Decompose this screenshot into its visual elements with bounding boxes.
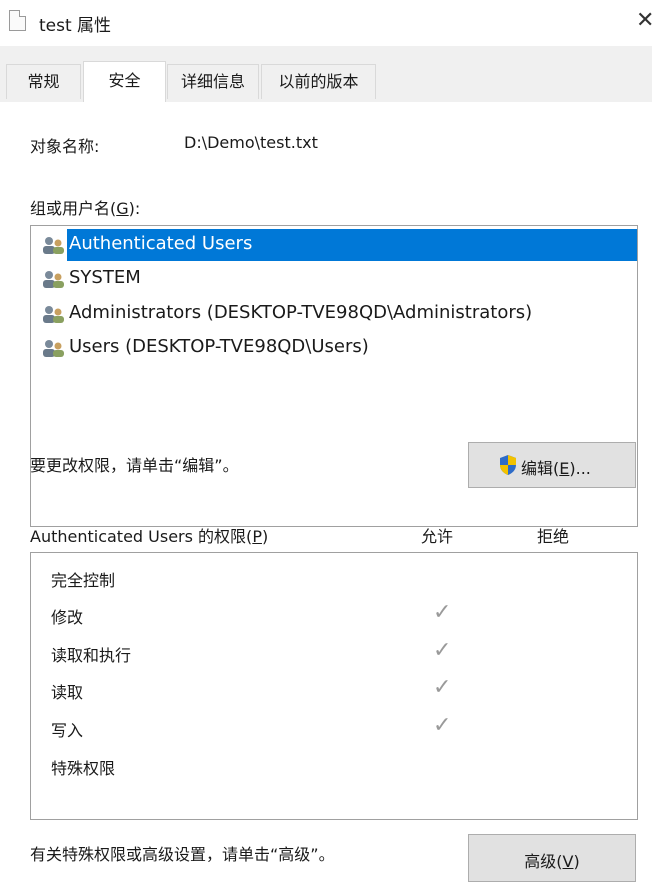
permission-name: 读取 [51,683,84,702]
advanced-button[interactable]: 高级(V) [468,834,636,882]
window-title: test 属性 [39,16,112,36]
advanced-settings-hint: 有关特殊权限或高级设置，请单击“高级”。 [30,845,335,864]
tab-general[interactable]: 常规 [6,64,81,99]
permission-name: 特殊权限 [51,759,116,778]
permission-row: 读取 ✓ [51,675,611,705]
edit-button[interactable]: 编辑(E)... [468,442,636,488]
permission-row: 修改 ✓ [51,600,611,630]
permissions-label: Authenticated Users 的权限(P) [30,527,269,546]
user-group-icon [43,306,64,323]
permission-name: 修改 [51,608,84,627]
allow-check-icon: ✓ [433,675,452,700]
deny-column-header: 拒绝 [537,527,570,546]
permission-name: 写入 [51,721,84,740]
list-item-system[interactable]: SYSTEM [37,263,635,295]
title-bar: test 属性 ✕ [0,0,652,46]
permission-name: 读取和执行 [51,646,132,665]
list-item-administrators[interactable]: Administrators (DESKTOP-TVE98QD\Administ… [37,298,635,330]
advanced-button-label: 高级(V) [524,852,580,871]
allow-check-icon: ✓ [433,713,452,738]
allow-check-icon: ✓ [433,638,452,663]
list-item-authenticated-users[interactable]: Authenticated Users [37,229,637,261]
security-panel: 对象名称: D:\Demo\test.txt 组或用户名(G): Authent… [0,102,652,895]
user-name: Users (DESKTOP-TVE98QD\Users) [69,336,369,357]
uac-shield-icon [500,455,516,475]
permission-row: 读取和执行 ✓ [51,638,611,668]
close-icon[interactable]: ✕ [636,8,652,33]
file-icon [9,10,26,31]
user-name: Authenticated Users [69,233,253,254]
object-name-label: 对象名称: [30,137,100,156]
permissions-list[interactable]: 完全控制 修改 ✓ 读取和执行 ✓ 读取 ✓ 写入 ✓ 特殊权限 [30,552,638,820]
permission-row: 完全控制 [51,563,611,593]
object-name-value: D:\Demo\test.txt [184,133,318,152]
tab-previous-versions[interactable]: 以前的版本 [261,64,376,99]
allow-check-icon: ✓ [433,600,452,625]
tab-strip: 常规 安全 详细信息 以前的版本 [0,46,652,103]
user-group-icon [43,271,64,288]
permission-row: 写入 ✓ [51,713,611,743]
groups-label: 组或用户名(G): [30,199,141,218]
permission-name: 完全控制 [51,571,116,590]
edit-button-label: 编辑(E)... [521,459,591,478]
change-permissions-hint: 要更改权限，请单击“编辑”。 [30,456,239,475]
user-name: Administrators (DESKTOP-TVE98QD\Administ… [69,302,533,323]
user-name: SYSTEM [69,267,141,288]
user-group-icon [43,340,64,357]
allow-column-header: 允许 [421,527,454,546]
tab-details[interactable]: 详细信息 [167,64,259,99]
permission-row: 特殊权限 [51,751,611,781]
user-group-icon [43,237,64,254]
tab-security[interactable]: 安全 [83,61,166,103]
list-item-users[interactable]: Users (DESKTOP-TVE98QD\Users) [37,332,635,364]
